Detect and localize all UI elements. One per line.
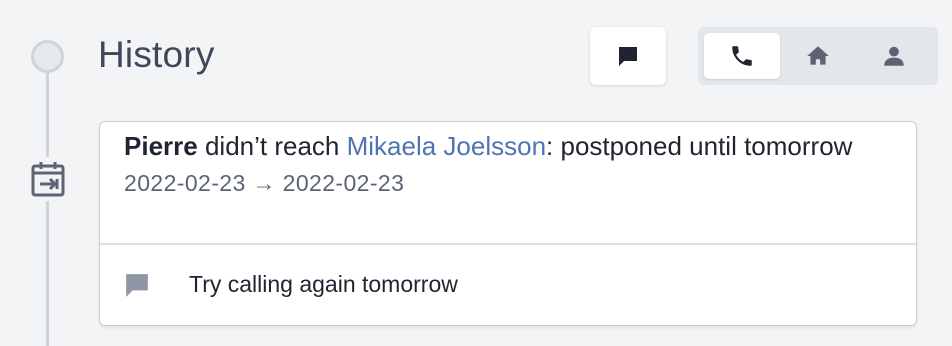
event-date-range: 2022-02-23 → 2022-02-23 <box>124 170 405 196</box>
person-filter-button[interactable] <box>856 33 932 79</box>
timeline-dot <box>31 40 64 73</box>
activity-type-filter <box>698 27 938 85</box>
phone-filter-button[interactable] <box>704 33 780 79</box>
history-event-card: Pierre didn’t reach Mikaela Joelsson: po… <box>99 121 917 326</box>
home-filter-button[interactable] <box>780 33 856 79</box>
history-title: History <box>98 34 215 75</box>
event-action-text: didn’t reach <box>197 131 347 161</box>
history-page: History Pierre didn’t reach Mikaela Joel… <box>0 0 952 346</box>
comment-icon <box>124 270 154 300</box>
timeline-line <box>46 70 49 346</box>
event-summary: Pierre didn’t reach Mikaela Joelsson: po… <box>100 122 916 243</box>
event-note-text: Try calling again tomorrow <box>189 271 458 297</box>
event-actor: Pierre <box>124 131 198 161</box>
person-icon <box>884 46 904 66</box>
home-icon <box>807 46 829 65</box>
calendar-postpone-icon <box>31 162 65 197</box>
event-type-marker <box>27 157 69 201</box>
event-outcome-text: : postponed until tomorrow <box>546 131 853 161</box>
event-note: Try calling again tomorrow <box>100 245 916 325</box>
phone-icon <box>732 46 752 66</box>
comment-icon <box>619 47 637 66</box>
event-headline: Pierre didn’t reach Mikaela Joelsson: po… <box>124 126 892 166</box>
comment-filter-button[interactable] <box>590 27 666 85</box>
contact-link[interactable]: Mikaela Joelsson <box>347 131 546 161</box>
